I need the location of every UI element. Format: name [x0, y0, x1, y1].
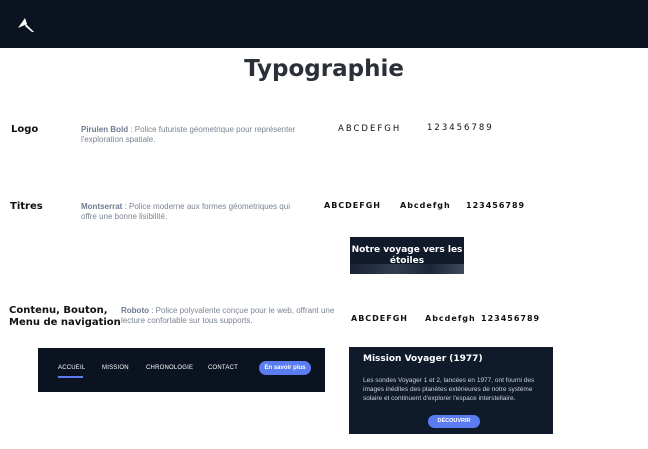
- banner-title: Notre voyage vers les étoiles: [351, 245, 463, 266]
- nav-item-contact[interactable]: CONTACT: [208, 365, 238, 371]
- contenu-font-description: Roboto : Police polyvalente conçue pour …: [121, 306, 341, 326]
- row-label-logo: Logo: [11, 124, 39, 135]
- contenu-sample-numbers: 123456789: [481, 314, 541, 323]
- titres-sample-numbers: 123456789: [466, 201, 526, 210]
- logo-sample-letters: ABCDEFGH: [338, 124, 402, 134]
- navigation-bar-sample: ACCUEIL MISSION CHRONOLOGIE CONTACT En s…: [38, 348, 325, 392]
- description-text: : Police polyvalente conçue pour le web,…: [121, 306, 335, 325]
- arrow-logo-icon[interactable]: [16, 15, 36, 35]
- card-title: Mission Voyager (1977): [363, 354, 483, 364]
- nav-item-mission[interactable]: MISSION: [102, 365, 129, 371]
- en-savoir-plus-button[interactable]: En savoir plus: [259, 361, 311, 375]
- page-title: Typographie: [244, 56, 404, 82]
- nav-item-accueil[interactable]: ACCUEIL: [58, 365, 85, 371]
- active-nav-underline: [58, 376, 83, 378]
- contenu-sample-upper: ABCDEFGH: [351, 314, 408, 323]
- row-label-line: Contenu, Bouton,: [9, 305, 108, 316]
- row-label-contenu: Contenu, Bouton, Menu de navigation: [9, 305, 121, 329]
- decouvrir-button[interactable]: DÉCOUVRIR: [428, 415, 480, 428]
- title-banner-sample: Notre voyage vers les étoiles: [350, 237, 464, 274]
- card-body: Les sondes Voyager 1 et 2, lancées en 19…: [363, 377, 535, 402]
- logo-sample-numbers: 123456789: [427, 123, 494, 133]
- font-name: Pirulen Bold: [81, 125, 129, 134]
- titres-sample-mixed: Abcdefgh: [400, 201, 451, 210]
- contenu-sample-mixed: Abcdefgh: [425, 314, 476, 323]
- font-name: Montserrat: [81, 202, 123, 211]
- titres-font-description: Montserrat : Police moderne aux formes g…: [81, 202, 301, 222]
- logo-font-description: Pirulen Bold : Police futuriste géometri…: [81, 125, 301, 145]
- row-label-titres: Titres: [10, 201, 43, 212]
- row-label-line: Menu de navigation: [9, 317, 121, 328]
- nav-item-chronologie[interactable]: CHRONOLOGIE: [146, 365, 193, 371]
- top-bar: [0, 0, 648, 48]
- titres-sample-upper: ABCDEFGH: [324, 201, 381, 210]
- font-name: Roboto: [121, 306, 149, 315]
- mission-card-sample: Mission Voyager (1977) Les sondes Voyage…: [349, 347, 553, 434]
